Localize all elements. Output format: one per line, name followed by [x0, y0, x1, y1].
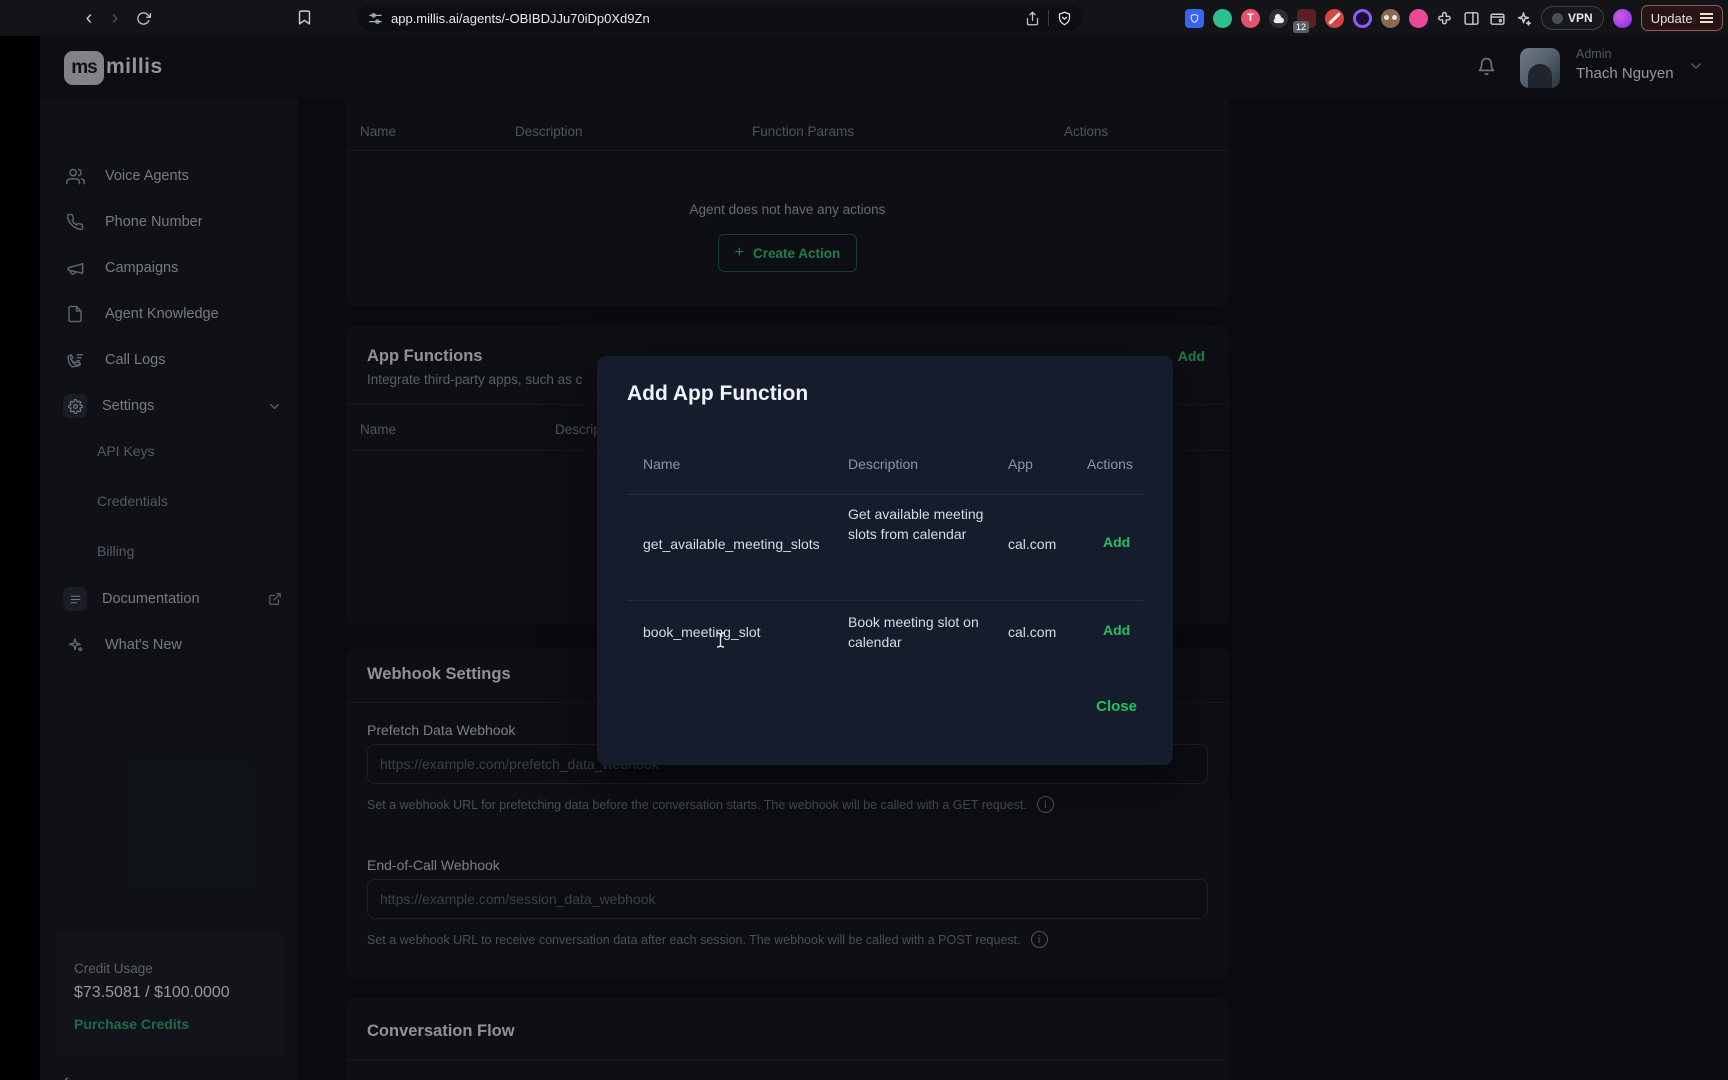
url-bar[interactable]: app.millis.ai/agents/-OBIBDJJu70iDp0Xd9Z… — [358, 5, 1082, 31]
browser-forward-icon[interactable]: › — [102, 0, 128, 36]
blocker-extension-icon[interactable] — [1325, 9, 1344, 28]
wallet-icon[interactable] — [1489, 10, 1506, 27]
brave-shield-icon[interactable] — [1057, 10, 1072, 27]
site-settings-icon[interactable] — [368, 11, 383, 26]
function-name: book_meeting_slot — [643, 622, 838, 642]
pink-extension-icon[interactable] — [1409, 9, 1428, 28]
modal-column-actions: Actions — [1087, 456, 1133, 472]
modal-column-description: Description — [848, 456, 918, 472]
extension-count-badge: 12 — [1293, 21, 1309, 33]
function-name: get_available_meeting_slots — [643, 534, 838, 554]
url-divider — [1048, 10, 1049, 26]
badge-extension-icon[interactable]: 12 — [1297, 9, 1316, 28]
modal-close-button[interactable]: Close — [1096, 698, 1137, 715]
red-extension-icon[interactable]: T — [1241, 9, 1260, 28]
function-app: cal.com — [1008, 622, 1056, 642]
browser-menu-icon — [1700, 11, 1713, 26]
browser-toolbar: ‹ › app.millis.ai/agents/-OBIBDJJu70iDp0… — [0, 0, 1728, 36]
function-description: Get available meeting slots from calenda… — [848, 504, 986, 544]
bitwarden-extension-icon[interactable] — [1185, 9, 1204, 28]
profile-avatar-icon[interactable] — [1613, 9, 1632, 28]
vpn-status-icon — [1552, 13, 1563, 24]
update-label: Update — [1651, 11, 1693, 26]
add-function-button[interactable]: Add — [1103, 622, 1130, 638]
screen: ‹ › app.millis.ai/agents/-OBIBDJJu70iDp0… — [0, 0, 1728, 1080]
bookmark-icon[interactable] — [296, 8, 313, 27]
function-app: cal.com — [1008, 534, 1056, 554]
modal-column-app: App — [1008, 456, 1033, 472]
function-description: Book meeting slot on calendar — [848, 612, 986, 652]
url-text[interactable]: app.millis.ai/agents/-OBIBDJJu70iDp0Xd9Z… — [391, 11, 1025, 26]
browser-back-icon[interactable]: ‹ — [76, 0, 102, 36]
owl-extension-icon[interactable] — [1381, 9, 1400, 28]
modal-title: Add App Function — [627, 382, 808, 406]
modal-column-name: Name — [643, 456, 680, 472]
extensions-row: T 12 — [1185, 0, 1723, 36]
cloud-extension-icon[interactable] — [1269, 9, 1288, 28]
browser-reload-icon[interactable] — [128, 1, 158, 36]
vpn-button[interactable]: VPN — [1541, 6, 1604, 30]
add-function-button[interactable]: Add — [1103, 534, 1130, 550]
purple-extension-icon[interactable] — [1353, 9, 1372, 28]
green-extension-icon[interactable] — [1213, 9, 1232, 28]
share-icon[interactable] — [1025, 11, 1040, 26]
sidebar-panel-icon[interactable] — [1463, 10, 1480, 27]
browser-update-button[interactable]: Update — [1641, 5, 1723, 31]
extensions-puzzle-icon[interactable] — [1437, 10, 1454, 27]
add-app-function-modal: Add App Function Name Description App Ac… — [597, 356, 1173, 765]
vpn-label: VPN — [1568, 11, 1593, 25]
text-cursor-icon — [715, 632, 726, 648]
leo-sparkle-icon[interactable] — [1515, 10, 1532, 27]
